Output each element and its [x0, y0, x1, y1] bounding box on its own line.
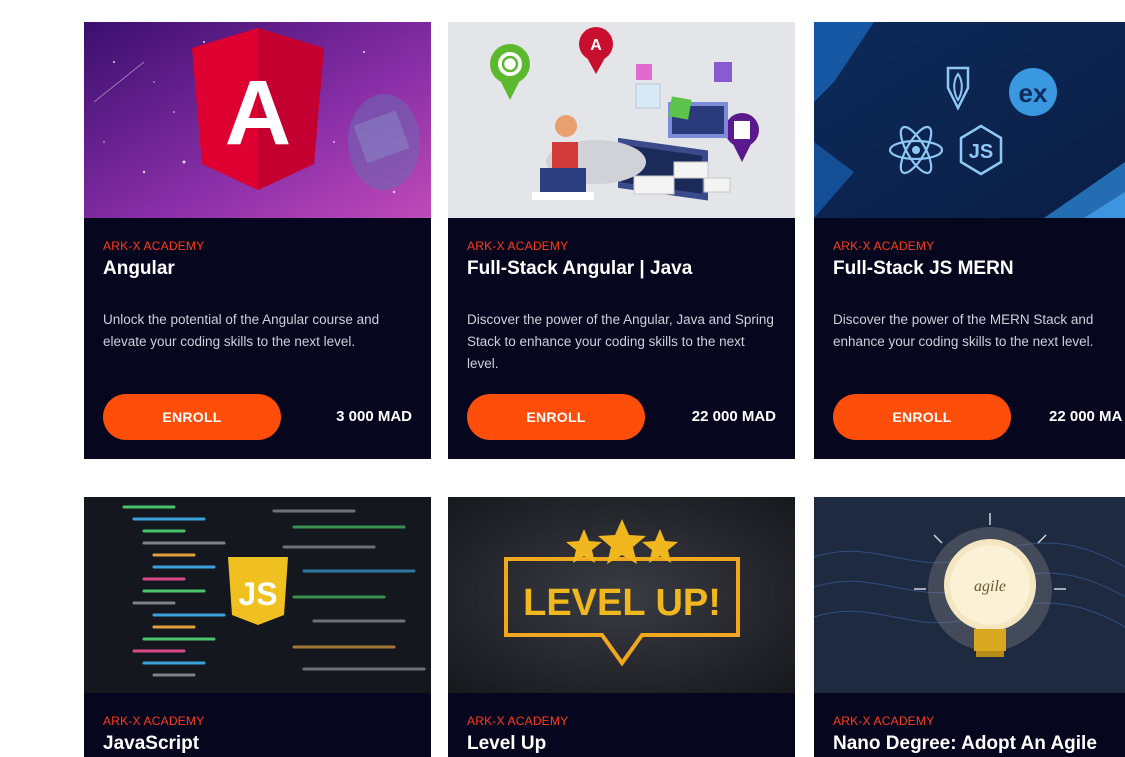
- mern-course-image[interactable]: ex JS: [814, 22, 1125, 218]
- course-card-fullstack-angular-java[interactable]: A ARK-X ACADEMY Full-Stack Angular | Jav…: [448, 22, 795, 459]
- course-price: 22 000 MAD: [691, 408, 776, 425]
- course-provider: ARK-X ACADEMY: [833, 239, 935, 253]
- course-provider: ARK-X ACADEMY: [467, 714, 569, 728]
- svg-text:A: A: [225, 62, 291, 164]
- course-description: Unlock the potential of the Angular cour…: [103, 312, 380, 349]
- course-title[interactable]: JavaScript: [103, 733, 199, 755]
- course-card-level-up[interactable]: LEVEL UP! ARK-X ACADEMY Level Up: [448, 497, 795, 757]
- angular-course-image[interactable]: A: [84, 22, 431, 218]
- agile-image-text: agile: [974, 578, 1006, 595]
- course-price: 3 000 MAD: [336, 408, 412, 425]
- level-up-course-image[interactable]: LEVEL UP!: [448, 497, 795, 693]
- course-provider: ARK-X ACADEMY: [467, 239, 569, 253]
- svg-text:JS: JS: [238, 576, 277, 612]
- level-up-image-text: LEVEL UP!: [523, 582, 721, 624]
- course-description: Discover the power of the MERN Stack and…: [833, 312, 1094, 349]
- course-price: 22 000 MA: [1049, 408, 1123, 425]
- course-provider: ARK-X ACADEMY: [103, 714, 205, 728]
- svg-text:A: A: [590, 37, 602, 54]
- course-title[interactable]: Level Up: [467, 733, 546, 755]
- course-provider: ARK-X ACADEMY: [103, 239, 205, 253]
- svg-text:ex: ex: [1019, 78, 1048, 108]
- course-provider: ARK-X ACADEMY: [833, 714, 935, 728]
- course-description: Discover the power of the Angular, Java …: [467, 312, 774, 371]
- course-card-angular[interactable]: A ARK-X ACADEMY Angular Unlock the poten…: [84, 22, 431, 459]
- course-card-fullstack-js-mern[interactable]: ex JS ARK-X ACADEMY Full-Stack JS MERN D…: [814, 22, 1125, 459]
- enroll-button[interactable]: ENROLL: [467, 394, 645, 440]
- agile-course-image[interactable]: agile: [814, 497, 1125, 693]
- enroll-button[interactable]: ENROLL: [833, 394, 1011, 440]
- course-title[interactable]: Full-Stack Angular | Java: [467, 258, 692, 280]
- course-title[interactable]: Angular: [103, 258, 175, 280]
- javascript-course-image[interactable]: JS: [84, 497, 431, 693]
- course-title[interactable]: Full-Stack JS MERN: [833, 258, 1014, 280]
- course-card-nano-degree-agile[interactable]: agile ARK-X ACADEMY Nano Degree: Adopt A…: [814, 497, 1125, 757]
- svg-text:JS: JS: [969, 141, 993, 163]
- fullstack-angular-java-course-image[interactable]: A: [448, 22, 795, 218]
- course-title[interactable]: Nano Degree: Adopt An Agile: [833, 733, 1097, 755]
- course-card-javascript[interactable]: JS ARK-X ACADEMY JavaScript: [84, 497, 431, 757]
- enroll-button[interactable]: ENROLL: [103, 394, 281, 440]
